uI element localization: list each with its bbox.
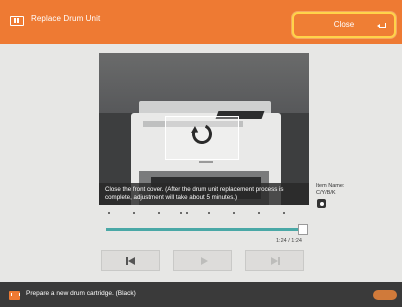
seek-bar[interactable] (106, 228, 304, 231)
drum-unit-icon (10, 16, 24, 26)
page-title: Replace Drum Unit (31, 14, 101, 23)
instruction-video[interactable]: Close the front cover. (After the drum u… (99, 53, 309, 205)
chapter-marker (283, 212, 285, 214)
status-icon (9, 291, 20, 300)
close-button[interactable]: Close (292, 12, 396, 38)
status-message: Prepare a new drum cartridge. (Black) (26, 290, 136, 297)
chapter-marker (158, 212, 160, 214)
printer-logo (199, 161, 213, 163)
chapter-marker (258, 212, 260, 214)
chapter-marker (233, 212, 235, 214)
play-button[interactable] (173, 250, 232, 271)
chapter-marker (186, 212, 188, 214)
chapter-marker (180, 212, 182, 214)
enter-icon (377, 23, 386, 28)
status-indicator[interactable] (373, 290, 397, 300)
status-bar: Prepare a new drum cartridge. (Black) (0, 282, 402, 307)
gear-icon (317, 199, 326, 208)
play-icon (201, 257, 208, 265)
item-name-label: Item Name: (316, 183, 345, 189)
skip-next-icon (271, 257, 280, 265)
chapter-markers (100, 212, 308, 216)
video-caption: Close the front cover. (After the drum u… (99, 183, 309, 205)
header-bar: Replace Drum Unit Close (0, 0, 402, 44)
skip-next-button[interactable] (245, 250, 304, 271)
playback-time: 1:24 / 1:24 (276, 238, 302, 244)
skip-previous-button[interactable] (101, 250, 160, 271)
chapter-marker (208, 212, 210, 214)
chapter-marker (133, 212, 135, 214)
chapter-marker (108, 212, 110, 214)
seek-handle[interactable] (298, 224, 308, 235)
skip-previous-icon (126, 257, 135, 265)
item-name-value: C/Y/B/K (316, 190, 336, 196)
